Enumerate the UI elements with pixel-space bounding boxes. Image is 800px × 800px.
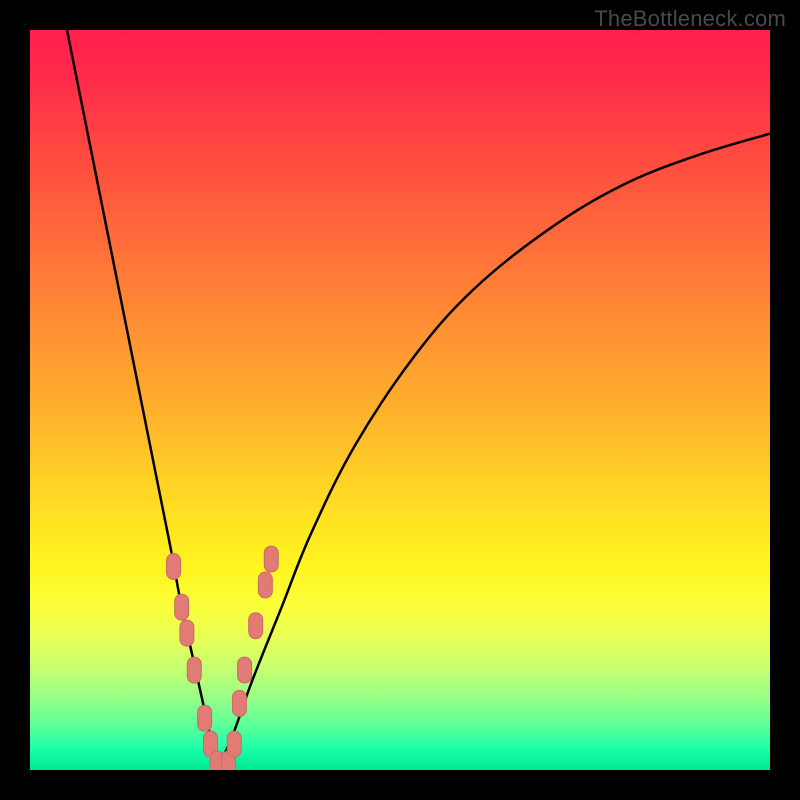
plot-area [30, 30, 770, 770]
data-marker [187, 657, 201, 683]
watermark-text: TheBottleneck.com [594, 6, 786, 32]
data-marker [232, 690, 246, 716]
curve-layer [30, 30, 770, 770]
chart-frame: TheBottleneck.com [0, 0, 800, 800]
data-marker [249, 613, 263, 639]
data-marker [258, 572, 272, 598]
data-marker [198, 705, 212, 731]
data-marker [227, 731, 241, 757]
data-marker [180, 620, 194, 646]
curve-right-branch [217, 134, 770, 770]
data-marker [167, 554, 181, 580]
data-marker [264, 546, 278, 572]
data-marker [238, 657, 252, 683]
data-marker [175, 594, 189, 620]
